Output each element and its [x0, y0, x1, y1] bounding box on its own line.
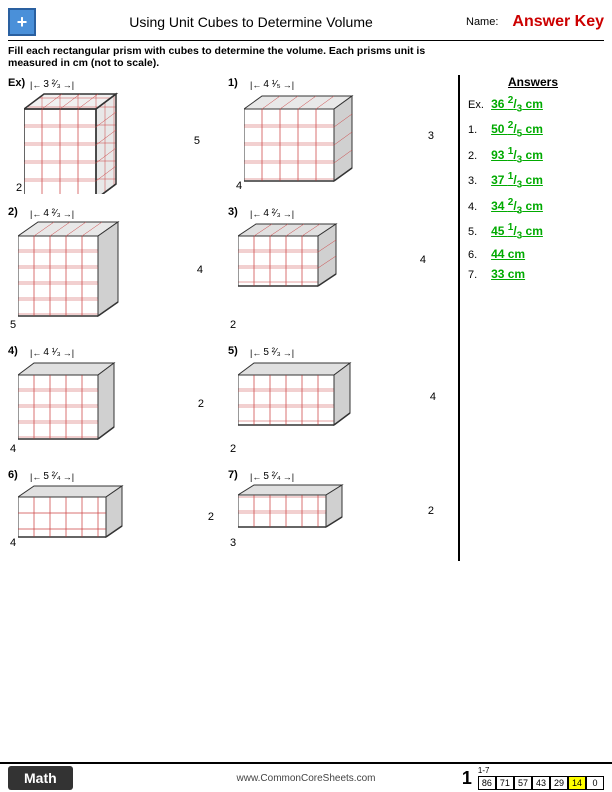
- answer-2-value: 93 1/3 cm: [491, 148, 543, 162]
- problem-6: 6) |← 5 ²⁄₄ →|: [8, 467, 228, 551]
- problem1-label: 1): [228, 77, 238, 89]
- answer-ex-label: Ex.: [468, 99, 488, 111]
- answer-2: 2. 93 1/3 cm: [468, 146, 598, 165]
- problem-1: 1) |← 4 ¹⁄₅ →|: [228, 75, 448, 194]
- problem1-dim-right: 3: [428, 130, 434, 142]
- problem2-dim-right: 4: [197, 264, 203, 276]
- problem3-dim-right: 4: [420, 254, 426, 266]
- instructions: Fill each rectangular prism with cubes t…: [8, 45, 448, 69]
- problem-3: 3) |← 4 ²⁄₃ →|: [228, 204, 448, 333]
- answers-title: Answers: [468, 75, 598, 89]
- problem6-top-dim: |← 5 ²⁄₄ →|: [30, 471, 74, 482]
- problem-2: 2) |← 4 ²⁄₃ →|: [8, 204, 228, 333]
- problem6-dim-right: 2: [208, 511, 214, 523]
- problem7-top-dim: |← 5 ²⁄₄ →|: [250, 471, 294, 482]
- answer-ex: Ex. 36 2/3 cm: [468, 95, 598, 114]
- answer-4-value: 34 2/3 cm: [491, 199, 543, 213]
- problem7-dim-bottom: 3: [230, 537, 236, 549]
- example-dim-bottom: 2: [16, 182, 22, 194]
- answer-1-value: 50 2/5 cm: [491, 122, 543, 136]
- answer-7: 7. 33 cm: [468, 267, 598, 281]
- problem7-label: 7): [228, 469, 238, 481]
- problem3-top-dim: |← 4 ²⁄₃ →|: [250, 208, 294, 219]
- problem4-cube: [18, 357, 228, 457]
- problem3-label: 3): [228, 206, 238, 218]
- score-0: 0: [586, 776, 604, 790]
- problem2-dim-bottom: 5: [10, 319, 16, 331]
- answer-7-value: 33 cm: [491, 267, 525, 281]
- problem6-label: 6): [8, 469, 18, 481]
- answer-7-label: 7.: [468, 269, 488, 281]
- score-14: 14: [568, 776, 586, 790]
- score-43: 43: [532, 776, 550, 790]
- problem4-top-dim: |← 4 ¹⁄₃ →|: [30, 347, 74, 358]
- problem5-cube: [238, 357, 448, 437]
- header: + Using Unit Cubes to Determine Volume N…: [8, 8, 604, 41]
- score-section: 1-7 86 71 57 43 29 14 0: [478, 766, 604, 790]
- problem-5: 5) |← 5 ²⁄₃ →|: [228, 343, 448, 457]
- problem4-label: 4): [8, 345, 18, 357]
- page: + Using Unit Cubes to Determine Volume N…: [0, 0, 612, 792]
- problem5-dim-bottom: 2: [230, 443, 236, 455]
- problem3-cube: [238, 218, 448, 303]
- problem4-dim-right: 2: [198, 398, 204, 410]
- answer-5: 5. 45 1/3 cm: [468, 222, 598, 241]
- answers-panel: Answers Ex. 36 2/3 cm 1. 50 2/5 cm 2. 93…: [458, 75, 598, 561]
- example-label: Ex): [8, 77, 25, 89]
- answer-1: 1. 50 2/5 cm: [468, 120, 598, 139]
- problem3-dim-bottom: 2: [230, 319, 236, 331]
- answer-6: 6. 44 cm: [468, 247, 598, 261]
- answer-6-label: 6.: [468, 249, 488, 261]
- answer-4: 4. 34 2/3 cm: [468, 197, 598, 216]
- problem5-label: 5): [228, 345, 238, 357]
- problem-row-1: 2) |← 4 ²⁄₃ →|: [8, 204, 458, 333]
- answer-6-value: 44 cm: [491, 247, 525, 261]
- problem7-dim-right: 2: [428, 505, 434, 517]
- score-boxes: 86 71 57 43 29 14 0: [478, 776, 604, 790]
- math-label: Math: [8, 766, 73, 790]
- score-29: 29: [550, 776, 568, 790]
- problem-7: 7) |← 5 ²⁄₄ →|: [228, 467, 448, 551]
- problem1-dim-bottom: 4: [236, 180, 242, 192]
- score-57: 57: [514, 776, 532, 790]
- page-title: Using Unit Cubes to Determine Volume: [36, 14, 466, 30]
- score-range: 1-7: [478, 766, 604, 775]
- problem-row-2: 4) |← 4 ¹⁄₃ →|: [8, 343, 458, 457]
- problem5-dim-right: 4: [430, 391, 436, 403]
- answer-1-label: 1.: [468, 124, 488, 136]
- problem2-top-dim: |← 4 ²⁄₃ →|: [30, 208, 74, 219]
- answer-5-label: 5.: [468, 226, 488, 238]
- problem4-dim-bottom: 4: [10, 443, 16, 455]
- problem6-dim-bottom: 4: [10, 537, 16, 549]
- score-86: 86: [478, 776, 496, 790]
- answer-3: 3. 37 1/3 cm: [468, 171, 598, 190]
- problem-4: 4) |← 4 ¹⁄₃ →|: [8, 343, 228, 457]
- problem-row-3: 6) |← 5 ²⁄₄ →|: [8, 467, 458, 551]
- answer-2-label: 2.: [468, 150, 488, 162]
- score-71: 71: [496, 776, 514, 790]
- footer: Math www.CommonCoreSheets.com 1 1-7 86 7…: [0, 762, 612, 792]
- answer-4-label: 4.: [468, 201, 488, 213]
- problem-row-0: Ex) |← 3 ²⁄₃ →|: [8, 75, 458, 194]
- answer-ex-value: 36 2/3 cm: [491, 97, 543, 111]
- answer-5-value: 45 1/3 cm: [491, 224, 543, 238]
- footer-url: www.CommonCoreSheets.com: [237, 773, 376, 784]
- problem1-cube: [244, 89, 448, 194]
- name-label: Name:: [466, 16, 498, 28]
- problem5-top-dim: |← 5 ²⁄₃ →|: [250, 347, 294, 358]
- answer-3-value: 37 1/3 cm: [491, 173, 543, 187]
- example-problem: Ex) |← 3 ²⁄₃ →|: [8, 75, 228, 194]
- problem6-cube: [18, 481, 228, 551]
- problem2-label: 2): [8, 206, 18, 218]
- main-content: Ex) |← 3 ²⁄₃ →|: [8, 75, 604, 561]
- answer-3-label: 3.: [468, 175, 488, 187]
- problems-area: Ex) |← 3 ²⁄₃ →|: [8, 75, 458, 561]
- problem7-cube: [238, 481, 448, 546]
- answer-key-label: Answer Key: [512, 13, 604, 31]
- problem1-top-dim: |← 4 ¹⁄₅ →|: [250, 79, 294, 90]
- page-number: 1: [462, 768, 472, 789]
- example-top-dim: |← 3 ²⁄₃ →|: [30, 79, 74, 90]
- example-dim-right: 5: [194, 135, 200, 147]
- logo-icon: +: [8, 8, 36, 36]
